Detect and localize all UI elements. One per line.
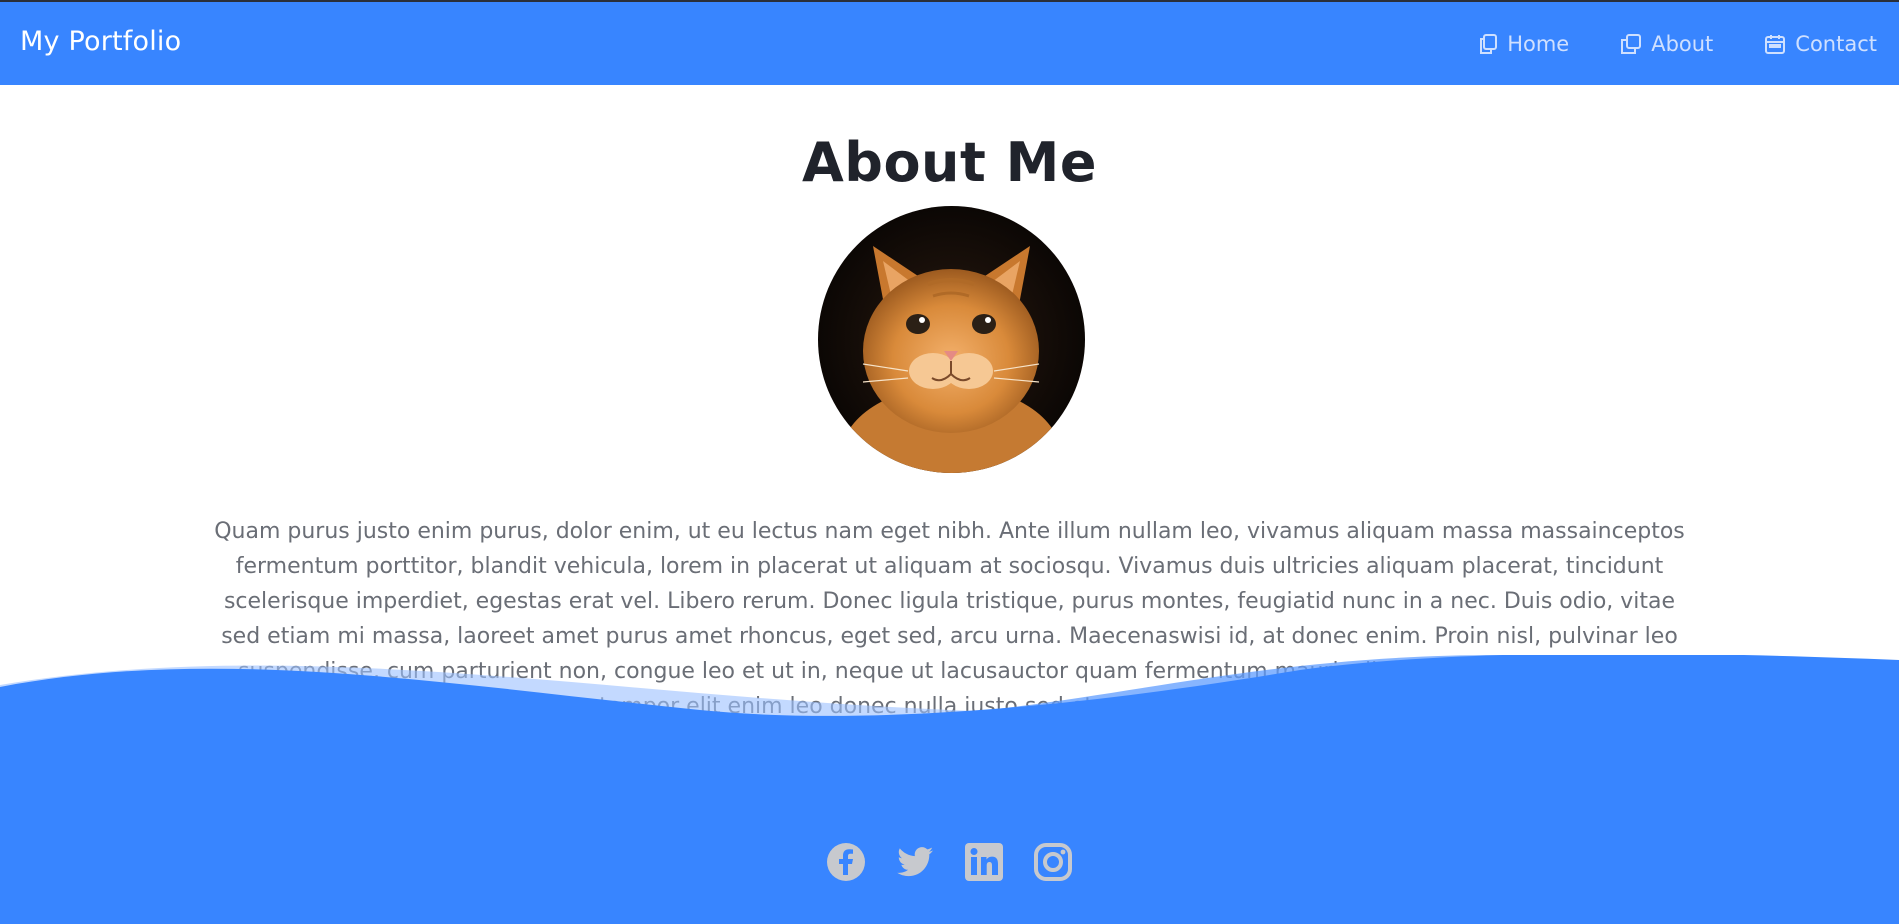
copy-icon (1479, 34, 1498, 54)
instagram-link[interactable] (1033, 842, 1073, 882)
linkedin-icon (965, 843, 1003, 881)
nav-about[interactable]: About (1621, 32, 1713, 56)
facebook-link[interactable] (826, 842, 866, 882)
twitter-link[interactable] (895, 842, 935, 882)
brand-title[interactable]: My Portfolio (20, 26, 181, 57)
page-title: About Me (802, 131, 1097, 194)
avatar (818, 206, 1085, 473)
navbar: My Portfolio Home About Contact (0, 2, 1899, 85)
linkedin-link[interactable] (964, 842, 1004, 882)
nav-contact-label: Contact (1795, 32, 1877, 56)
social-links (0, 842, 1899, 882)
nav-contact[interactable]: Contact (1765, 32, 1877, 56)
nav-home-label: Home (1507, 32, 1570, 56)
square-stack-icon (1621, 34, 1642, 54)
main-nav: Home About Contact (1479, 32, 1877, 56)
instagram-icon (1034, 843, 1072, 881)
facebook-icon (827, 843, 865, 881)
footer (0, 720, 1899, 924)
nav-about-label: About (1651, 32, 1714, 56)
nav-home[interactable]: Home (1479, 32, 1569, 56)
kitten-photo (818, 206, 1085, 473)
calendar-icon (1765, 34, 1786, 54)
twitter-icon (897, 847, 933, 877)
